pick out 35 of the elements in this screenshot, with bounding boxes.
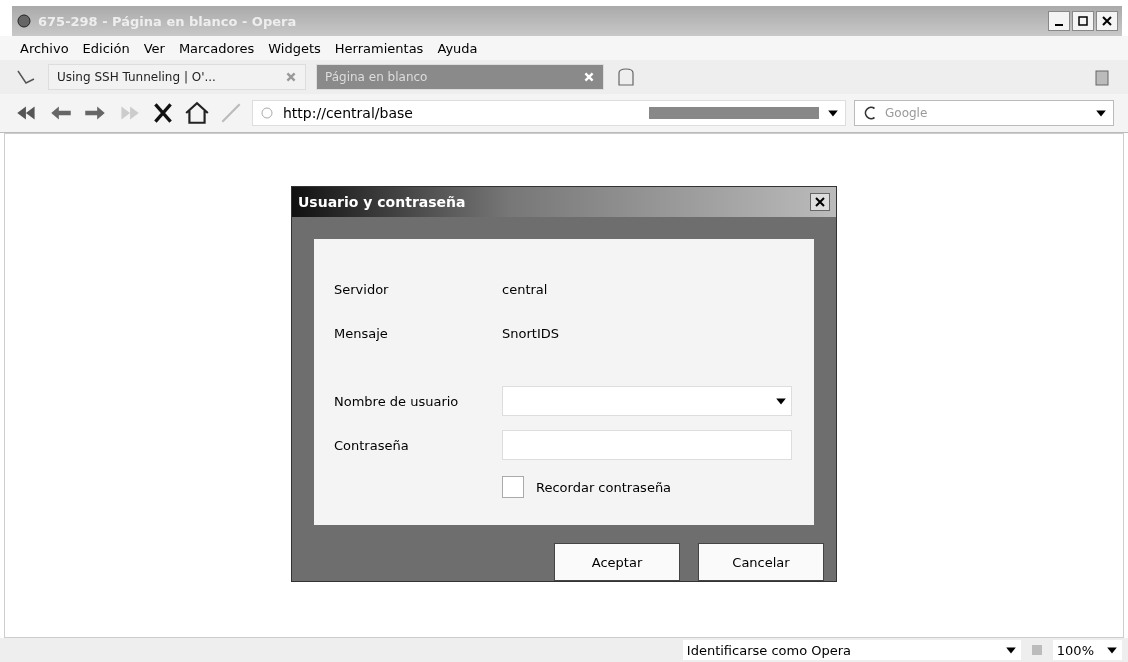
menu-item[interactable]: Herramientas <box>334 40 424 56</box>
menu-item[interactable]: Ayuda <box>437 40 478 56</box>
menu-item[interactable]: Archivo <box>20 40 69 56</box>
maximize-icon <box>1078 16 1088 26</box>
minimize-icon <box>1055 24 1063 26</box>
minimize-button[interactable] <box>1048 11 1070 31</box>
menu-item[interactable]: Marcadores <box>178 40 255 56</box>
browser-tab[interactable]: Using SSH Tunneling | O'... <box>48 64 306 90</box>
globe-icon <box>16 13 32 29</box>
identity-dropdown[interactable]: Identificarse como Opera <box>682 640 1021 660</box>
close-button[interactable] <box>810 193 830 211</box>
close-button[interactable] <box>1096 11 1118 31</box>
field-value: central <box>502 281 548 297</box>
menu-item[interactable]: Widgets <box>268 40 321 56</box>
field-label: Servidor <box>334 281 390 297</box>
close-icon <box>1102 16 1112 26</box>
password-field[interactable] <box>502 430 792 460</box>
menu-item[interactable]: Ver <box>143 40 165 56</box>
zoom-dropdown[interactable]: 100% <box>1052 640 1122 660</box>
field-label: Contraseña <box>334 437 410 453</box>
maximize-button[interactable] <box>1072 11 1094 31</box>
checkbox[interactable] <box>502 476 524 498</box>
field-label: Mensaje <box>334 325 389 341</box>
close-icon <box>815 197 825 207</box>
username-field[interactable] <box>502 386 792 416</box>
checkbox-label[interactable]: Recordar contraseña <box>536 479 672 495</box>
address-field[interactable]: http://central/base <box>252 100 846 126</box>
menu-item[interactable]: Edición <box>82 40 130 56</box>
dialog-title: Usuario y contraseña <box>298 194 466 210</box>
close-icon[interactable] <box>285 71 297 83</box>
field-value: SnortIDS <box>502 325 559 341</box>
home-icon[interactable] <box>184 100 210 126</box>
cancel-button[interactable]: Cancelar <box>698 543 824 581</box>
ok-button[interactable]: Aceptar <box>554 543 680 581</box>
field-label: Nombre de usuario <box>334 393 460 409</box>
